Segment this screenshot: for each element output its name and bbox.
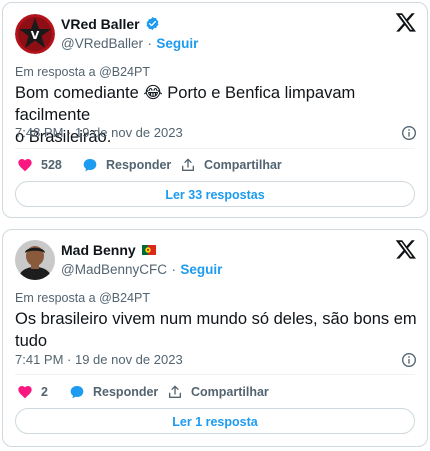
author-name[interactable]: Mad Benny xyxy=(61,242,136,258)
separator-dot: · xyxy=(171,262,176,277)
tweet-card-vredballer[interactable]: V VRed Baller @VRedBaller · Seguir Em re… xyxy=(2,2,428,218)
author-handle[interactable]: @VRedBaller xyxy=(61,36,143,51)
verified-badge-icon xyxy=(147,16,159,31)
tweet-text-line: tudo xyxy=(15,332,48,350)
handle-row: @MadBennyCFC · Seguir xyxy=(61,261,222,279)
tweet-text-line: Os brasileiro vivem num mundo só deles, … xyxy=(15,310,417,328)
separator-dot: · xyxy=(147,36,152,51)
heart-icon xyxy=(18,159,32,172)
x-logo-icon[interactable] xyxy=(395,11,417,33)
reply-context: Em resposta a @B24PT xyxy=(15,291,150,305)
like-count: 2 xyxy=(41,385,48,399)
author-name-row[interactable]: VRed Baller xyxy=(61,16,160,32)
handle-row: @VRedBaller · Seguir xyxy=(61,35,198,53)
reply-bubble-icon xyxy=(70,386,84,399)
share-icon xyxy=(182,158,194,171)
read-replies-button[interactable]: Ler 33 respostas xyxy=(15,181,415,207)
portugal-flag-icon xyxy=(141,242,156,255)
reply-label: Responder xyxy=(93,385,159,399)
share-button[interactable]: Compartilhar xyxy=(180,157,282,173)
like-button[interactable]: 528 xyxy=(17,157,62,173)
tweet-timestamp[interactable]: 7:41 PM · 19 de nov de 2023 xyxy=(15,352,183,367)
share-button[interactable]: Compartilhar xyxy=(167,384,269,400)
follow-button[interactable]: Seguir xyxy=(156,36,198,51)
tweet-text-line: Bom comediante 😂 Porto e Benfica limpava… xyxy=(15,84,356,124)
reply-label: Responder xyxy=(106,158,172,172)
x-logo-icon[interactable] xyxy=(395,238,417,260)
tweet-timestamp[interactable]: 7:48 PM · 19 de nov de 2023 xyxy=(15,125,183,140)
reply-context: Em resposta a @B24PT xyxy=(15,65,150,79)
read-replies-button[interactable]: Ler 1 resposta xyxy=(15,408,415,434)
reply-button[interactable]: Responder xyxy=(69,384,158,400)
reply-bubble-icon xyxy=(83,159,97,172)
info-icon[interactable] xyxy=(401,125,417,141)
divider xyxy=(15,374,415,375)
divider xyxy=(15,148,415,149)
author-name[interactable]: VRed Baller xyxy=(61,16,140,32)
tweet-text: Os brasileiro vivem num mundo só deles, … xyxy=(15,308,421,352)
avatar-player-photo-icon xyxy=(15,240,55,280)
reply-button[interactable]: Responder xyxy=(82,157,171,173)
avatar-star-logo-icon: V xyxy=(15,14,55,54)
tweet-card-madbenny[interactable]: Mad Benny @MadBennyCFC · Seguir Em respo… xyxy=(2,229,428,447)
share-label: Compartilhar xyxy=(191,385,269,399)
author-name-row[interactable]: Mad Benny xyxy=(61,242,156,258)
like-button[interactable]: 2 xyxy=(17,384,48,400)
info-icon[interactable] xyxy=(401,352,417,368)
svg-text:V: V xyxy=(31,29,40,42)
share-icon xyxy=(169,385,181,398)
avatar[interactable]: V xyxy=(15,14,55,54)
like-count: 528 xyxy=(41,158,62,172)
share-label: Compartilhar xyxy=(204,158,282,172)
follow-button[interactable]: Seguir xyxy=(180,262,222,277)
author-handle[interactable]: @MadBennyCFC xyxy=(61,262,167,277)
avatar[interactable] xyxy=(15,240,55,280)
heart-icon xyxy=(18,386,32,399)
